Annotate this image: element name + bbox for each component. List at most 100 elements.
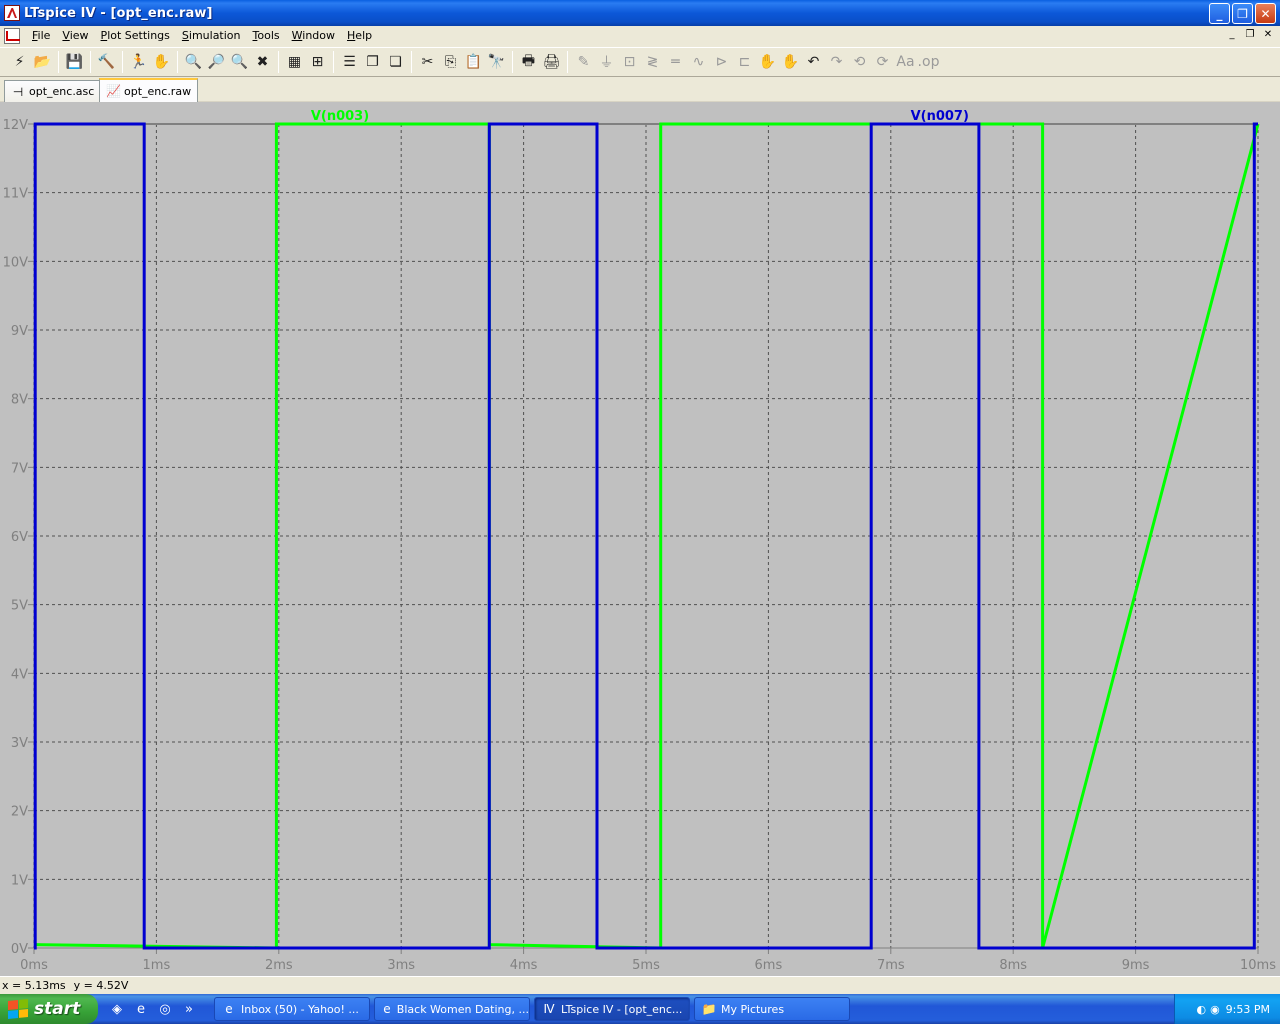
run-simulation-icon[interactable]: 🏃 — [127, 51, 150, 73]
ltspice-app-icon[interactable] — [4, 5, 20, 21]
menu-tools[interactable]: Tools — [247, 26, 286, 46]
diode-icon[interactable]: ⊳ — [710, 51, 733, 73]
minimize-button[interactable]: _ — [1209, 3, 1230, 24]
zoom-out-icon[interactable]: 🔍 — [228, 51, 251, 73]
rotate-icon[interactable]: ⟲ — [848, 51, 871, 73]
x-tick-label: 5ms — [632, 958, 660, 973]
redo-icon[interactable]: ↷ — [825, 51, 848, 73]
x-tick-label: 4ms — [510, 958, 538, 973]
menu-simulation[interactable]: Simulation — [176, 26, 247, 46]
cursor-x-readout: x = 5.13ms — [2, 979, 66, 992]
waveform-document-icon[interactable] — [4, 28, 20, 44]
menu-view[interactable]: View — [56, 26, 94, 46]
control-panel-icon[interactable]: 🔨 — [95, 51, 118, 73]
tab-opt_enc-raw[interactable]: 📈 opt_enc.raw — [99, 78, 199, 102]
x-tick-label: 7ms — [877, 958, 905, 973]
zoom-full-icon[interactable]: ⊞ — [306, 51, 329, 73]
tab-label: opt_enc.asc — [29, 85, 95, 98]
wire-icon[interactable]: ✎ — [572, 51, 595, 73]
start-button[interactable]: start — [0, 994, 98, 1024]
run-icon[interactable]: ⚡ — [8, 51, 31, 73]
capacitor-icon[interactable]: ═ — [664, 51, 687, 73]
mdi-controls: _ ❐ ✕ — [1224, 28, 1276, 42]
menu-file[interactable]: File — [26, 26, 56, 46]
zoom-cancel-icon[interactable]: ✖ — [251, 51, 274, 73]
legend-label[interactable]: V(n007) — [911, 109, 969, 124]
menu-plot-settings[interactable]: Plot Settings — [95, 26, 176, 46]
x-tick-label: 2ms — [265, 958, 293, 973]
menu-accelerator: S — [181, 29, 189, 42]
menu-window[interactable]: Window — [286, 26, 341, 46]
open-icon[interactable]: 📂 — [31, 51, 54, 73]
zoom-area-icon[interactable]: 🔎 — [205, 51, 228, 73]
save-icon[interactable]: 💾 — [63, 51, 86, 73]
mdi-close-button[interactable]: ✕ — [1260, 28, 1276, 42]
zoom-in-icon[interactable]: 🔍 — [182, 51, 205, 73]
legend-label[interactable]: V(n003) — [311, 109, 369, 124]
menu-accelerator: V — [62, 29, 70, 42]
volume-icon[interactable]: ◐ — [1196, 1003, 1206, 1016]
taskbar-button[interactable]: e Inbox (50) - Yahoo! ... — [214, 997, 370, 1021]
menu-items: File View Plot Settings Simulation Tools Wind… — [26, 26, 378, 46]
internet-explorer-icon[interactable]: e — [132, 1002, 150, 1017]
undo-icon[interactable]: ↶ — [802, 51, 825, 73]
tile-vertical-icon[interactable]: ❏ — [384, 51, 407, 73]
quicklaunch-overflow-icon[interactable]: » — [180, 1002, 198, 1017]
task-label: My Pictures — [721, 1002, 785, 1016]
menu-label: imulation — [188, 29, 241, 42]
y-tick-label: 12V — [3, 118, 29, 133]
toolbar-separator — [333, 51, 334, 73]
paste-icon[interactable]: 📋 — [462, 51, 485, 73]
ground-icon[interactable]: ⏚ — [595, 51, 618, 73]
toolbar-separator — [567, 51, 568, 73]
move-icon[interactable]: ✋ — [756, 51, 779, 73]
waveform-plot[interactable]: 0ms 1ms 2ms 3ms 4ms 5ms 6ms 7ms 8ms 9ms 10ms 0V 1V 2V… — [0, 102, 1280, 976]
toolbar-separator — [512, 51, 513, 73]
cascade-icon[interactable]: ❐ — [361, 51, 384, 73]
status-bar: x = 5.13ms y = 4.52V — [0, 976, 1280, 994]
tab-opt_enc-asc[interactable]: ⊣ opt_enc.asc — [4, 80, 102, 102]
title-bar[interactable]: LTspice IV - [opt_enc.raw] _ ❐ ✕ — [0, 0, 1280, 26]
cut-icon[interactable]: ✂ — [416, 51, 439, 73]
menu-bar: File View Plot Settings Simulation Tools Wind… — [0, 26, 1280, 46]
inductor-icon[interactable]: ∿ — [687, 51, 710, 73]
restore-button[interactable]: ❐ — [1232, 3, 1253, 24]
menu-label: ools — [257, 29, 280, 42]
text-icon[interactable]: Aa — [894, 51, 917, 73]
toolbar-separator — [411, 51, 412, 73]
autorange-icon[interactable]: ▦ — [283, 51, 306, 73]
window-controls: _ ❐ ✕ — [1209, 3, 1276, 24]
taskbar-button[interactable]: Ⅳ LTspice IV - [opt_enc... — [534, 997, 690, 1021]
find-icon[interactable]: 🔭 — [485, 51, 508, 73]
component-icon[interactable]: ⊏ — [733, 51, 756, 73]
taskbar-button[interactable]: 📁 My Pictures — [694, 997, 850, 1021]
antivirus-icon[interactable]: ◉ — [1210, 1003, 1220, 1016]
y-tick-label: 5V — [11, 599, 28, 614]
clock: 9:53 PM — [1225, 1002, 1270, 1016]
media-icon[interactable]: ◎ — [156, 1002, 174, 1017]
print-icon[interactable]: 🖨 — [540, 51, 563, 73]
window-title: LTspice IV - [opt_enc.raw] — [24, 5, 213, 21]
tile-horizontal-icon[interactable]: ☰ — [338, 51, 361, 73]
waveform-plot-pane[interactable]: 0ms 1ms 2ms 3ms 4ms 5ms 6ms 7ms 8ms 9ms 10ms 0V 1V 2V… — [0, 102, 1280, 976]
label-icon[interactable]: ⊡ — [618, 51, 641, 73]
resistor-icon[interactable]: ≷ — [641, 51, 664, 73]
spice-directive-icon[interactable]: .op — [917, 51, 940, 73]
y-tick-label: 2V — [11, 805, 28, 820]
pan-icon[interactable]: ✋ — [150, 51, 173, 73]
toolbar-separator — [58, 51, 59, 73]
mirror-icon[interactable]: ⟳ — [871, 51, 894, 73]
print-setup-icon[interactable]: 🖶 — [517, 51, 540, 73]
windows-logo-icon — [8, 998, 28, 1020]
show-desktop-icon[interactable]: ◈ — [108, 1002, 126, 1017]
mdi-restore-button[interactable]: ❐ — [1242, 28, 1258, 42]
menu-help[interactable]: Help — [341, 26, 378, 46]
taskbar-button[interactable]: e Black Women Dating, ... — [374, 997, 530, 1021]
copy-icon[interactable]: ⎘ — [439, 51, 462, 73]
close-button[interactable]: ✕ — [1255, 3, 1276, 24]
mdi-minimize-button[interactable]: _ — [1224, 28, 1240, 42]
toolbar-separator — [177, 51, 178, 73]
drag-icon[interactable]: ✋ — [779, 51, 802, 73]
menu-label: ile — [37, 29, 51, 42]
x-tick-label: 6ms — [755, 958, 783, 973]
